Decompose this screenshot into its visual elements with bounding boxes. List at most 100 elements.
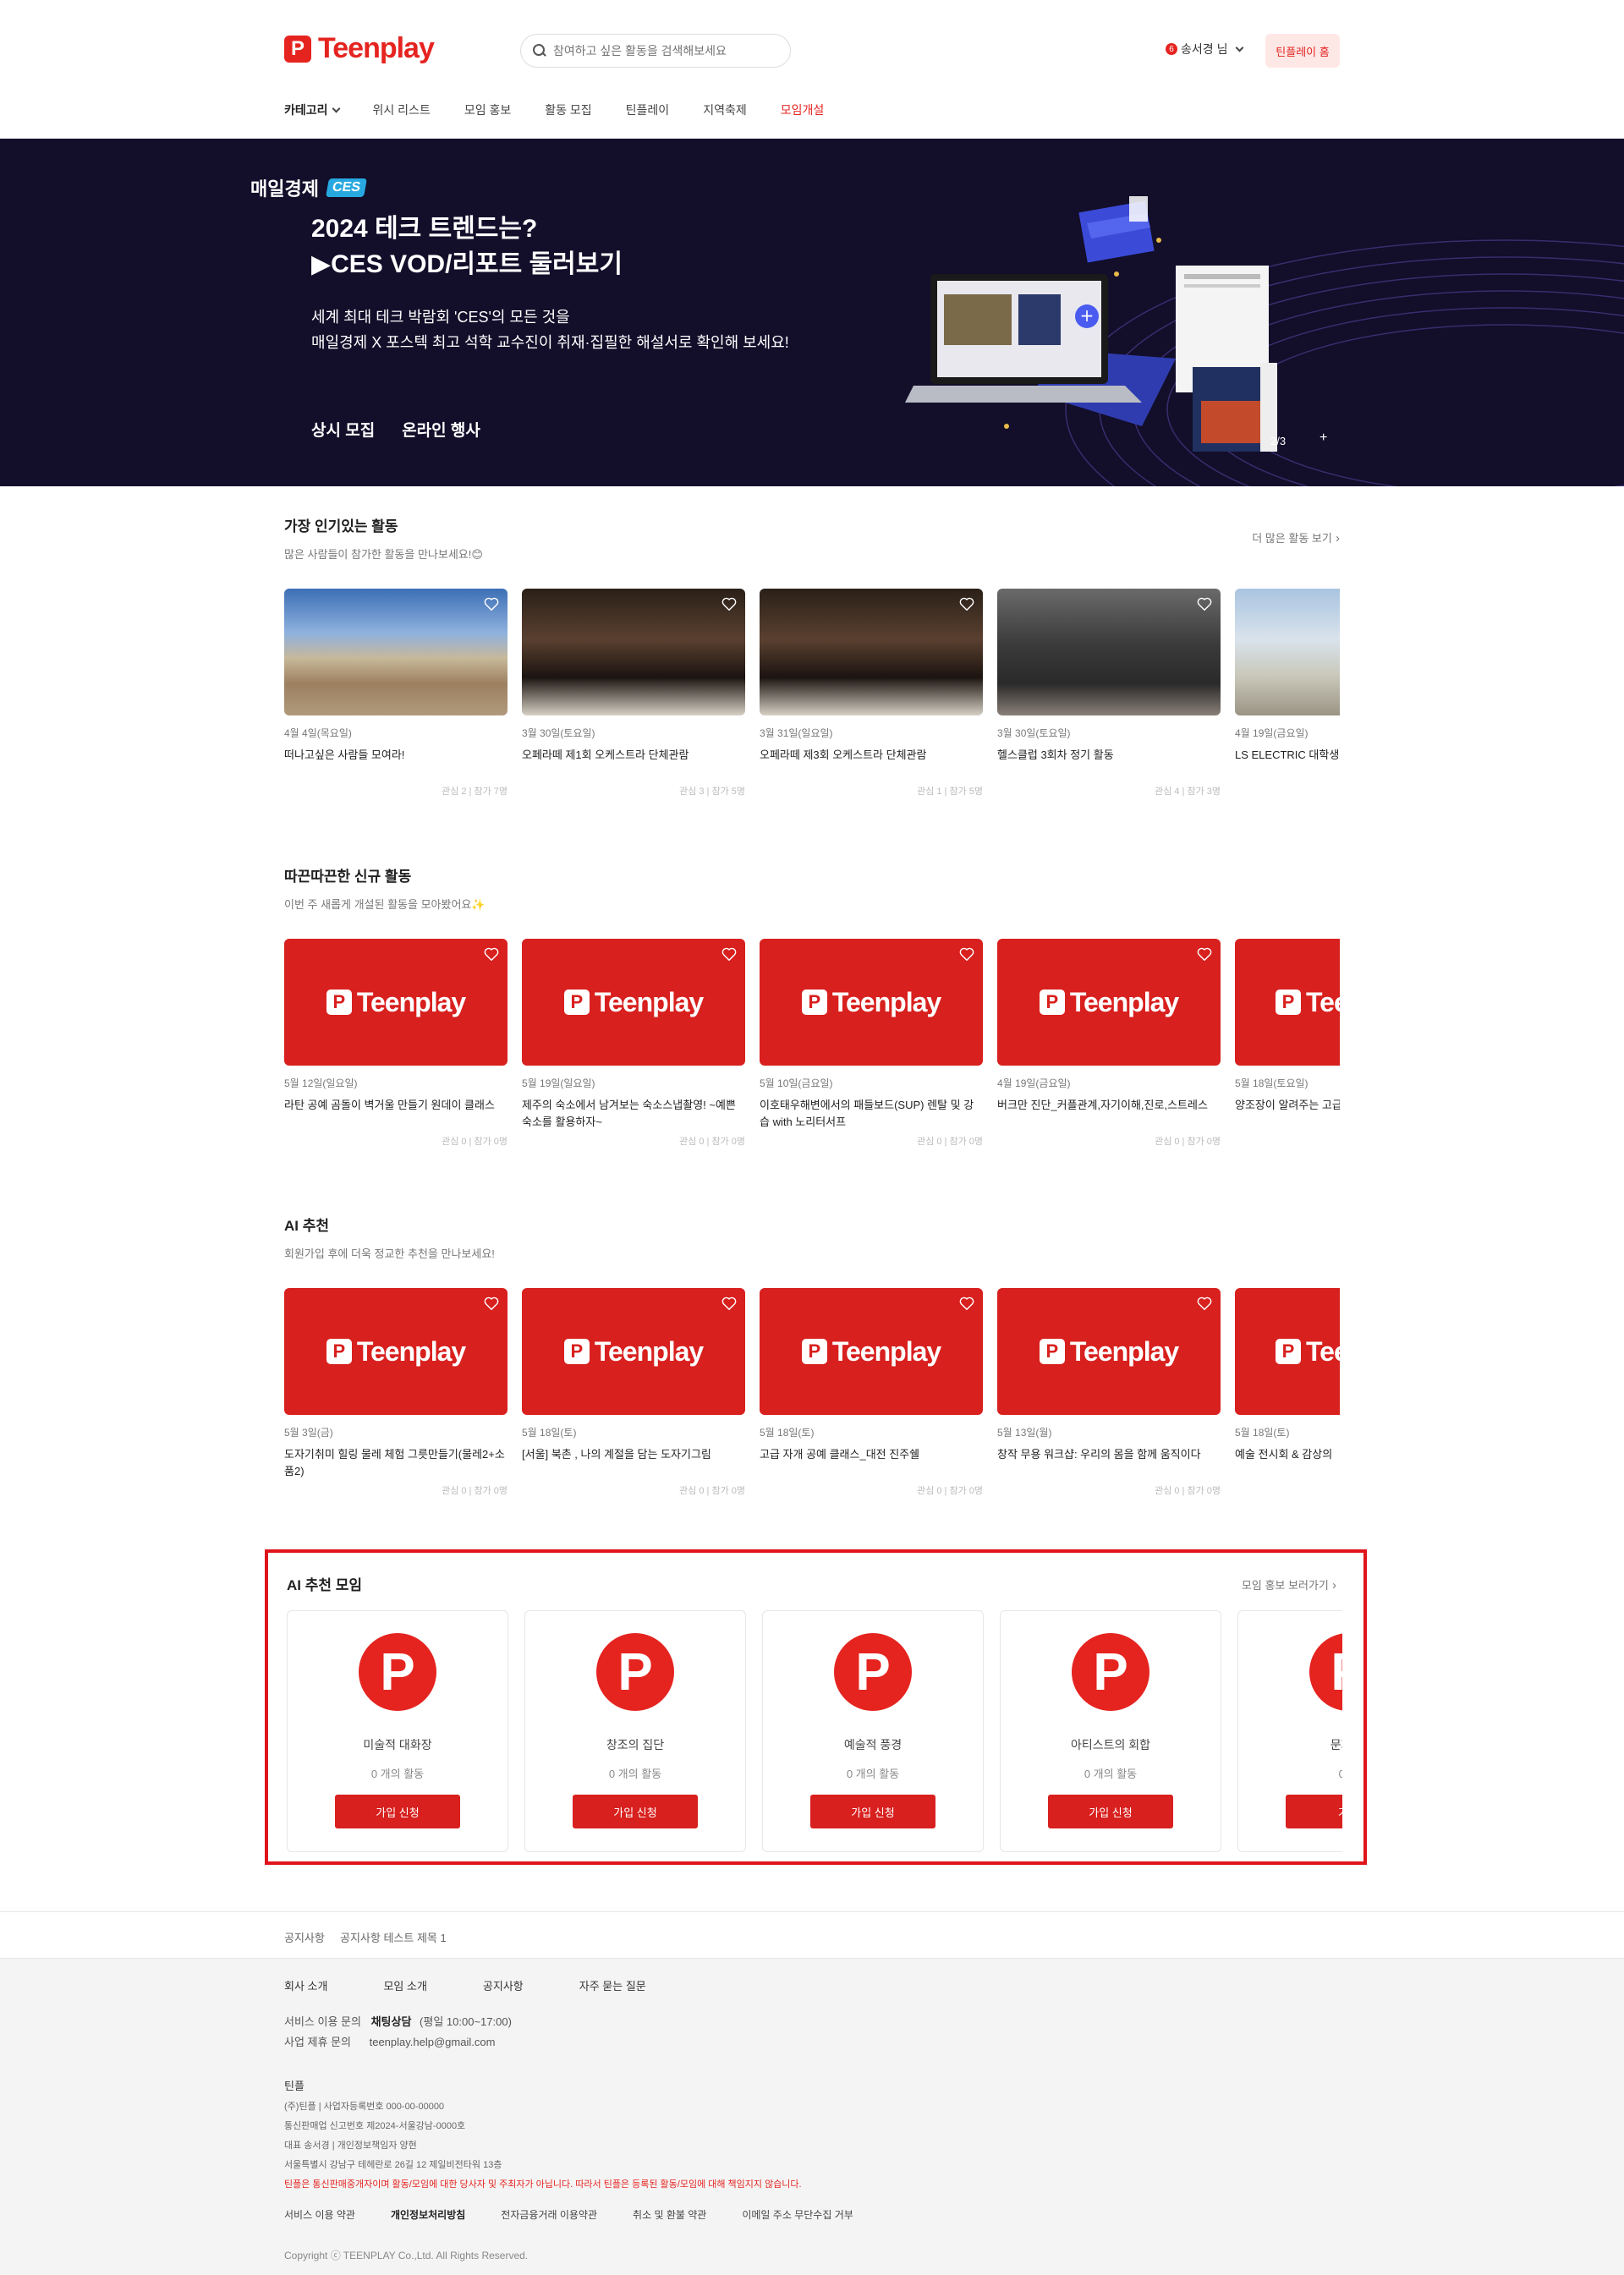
terms-links: 서비스 이용 약관 개인정보처리방침 전자금융거래 이용약관 취소 및 환불 약… [284,2207,889,2222]
activity-card[interactable]: P Teenplay 5월 13일(월) 창작 무용 워크샵: 우리의 몸을 함께… [997,1288,1221,1497]
activity-card[interactable]: 3월 30일(토요일) 오페라떼 제1회 오케스트라 단체관람 관심 3 | 참… [522,589,745,798]
activity-thumbnail [522,589,745,715]
thumbnail-logo-text: Teenplay [356,1335,466,1367]
footer-link-club[interactable]: 모임 소개 [383,1977,426,1993]
terms-privacy[interactable]: 개인정보처리방침 [391,2207,465,2222]
heart-icon[interactable] [721,947,737,961]
teenplay-home-button[interactable]: 틴플레이 홈 [1265,34,1340,68]
activity-card[interactable]: P Teenplay 4월 19일(금요일) 버크만 진단_커플관계,자기이해,진… [997,939,1221,1148]
nav-category[interactable]: 카테고리 [284,101,340,118]
search-input[interactable] [553,44,773,58]
join-button[interactable]: 가입 신청 [335,1795,460,1828]
club-logo-icon: P [834,1633,912,1711]
club-logo-icon: P [1072,1633,1149,1711]
club-card[interactable]: P 아티스트의 회합 0 개의 활동 가입 신청 [1000,1610,1221,1852]
terms-refund[interactable]: 취소 및 환불 약관 [633,2207,706,2222]
activity-card[interactable]: PTeenplay 5월 18일(토) 예술 전시회 & 감상의 [1235,1288,1340,1483]
heart-icon[interactable] [1197,1296,1212,1310]
user-menu[interactable]: 6 송서경 님 [1166,41,1243,58]
heart-icon[interactable] [484,947,499,961]
heart-icon[interactable] [1197,597,1212,611]
heart-icon[interactable] [959,947,974,961]
more-activities-link[interactable]: 더 많은 활동 보기 [1252,529,1340,545]
hero-banner[interactable]: 매일경제 CES 2024 테크 트렌드는? ▶CES VOD/리포트 둘러보기… [0,139,1624,486]
join-button[interactable]: 가입 신청 [1048,1795,1173,1828]
terms-email[interactable]: 이메일 주소 무단수집 거부 [742,2207,853,2222]
activity-card[interactable]: P Teenplay 5월 3일(금) 도자기취미 힐링 물레 체험 그릇만들기(… [284,1288,508,1497]
teenplay-logo-icon: P [326,989,352,1015]
heart-icon[interactable] [1197,947,1212,961]
logo[interactable]: P Teenplay [284,32,435,65]
page: P Teenplay 6 송서경 님 틴플레이 홈 카테고리 위시 리스트 모임… [0,0,1624,2275]
club-card[interactable]: P 문화 트 0 개 가입 [1237,1610,1342,1852]
join-button[interactable]: 가입 신청 [573,1795,698,1828]
nav-wishlist[interactable]: 위시 리스트 [373,101,431,118]
heart-icon[interactable] [959,1296,974,1310]
biz-email[interactable]: teenplay.help@gmail.com [370,2036,496,2048]
join-button[interactable]: 가입 [1286,1795,1342,1828]
thumbnail-logo-text: Teenplay [831,1335,941,1367]
chat-support-link[interactable]: 채팅상담 [371,2015,412,2028]
footer-links: 회사 소개 모임 소개 공지사항 자주 묻는 질문 [284,1977,702,1993]
activity-title: 고급 자개 공예 클래스_대전 진주쉘 [760,1448,920,1461]
heart-icon[interactable] [484,597,499,611]
nav-activity-recruit[interactable]: 활동 모집 [545,101,591,118]
activity-card[interactable]: P Teenplay 5월 19일(일요일) 제주의 숙소에서 남겨보는 숙소스냅… [522,939,745,1148]
heart-icon[interactable] [959,597,974,611]
club-card[interactable]: P 창조의 집단 0 개의 활동 가입 신청 [524,1610,746,1852]
club-name: 예술적 풍경 [843,1738,903,1751]
banner-page-indicator: 2/3 [1270,435,1287,447]
search-bar[interactable] [520,34,791,68]
header: P Teenplay 6 송서경 님 틴플레이 홈 카테고리 위시 리스트 모임… [0,0,1624,139]
banner-brand-name: 매일경제 [250,178,319,200]
activity-card[interactable]: 4월 19일(금요일) LS ELECTRIC 대학생 [1235,589,1340,784]
section-title: 가장 인기있는 활동 [284,518,398,534]
terms-service[interactable]: 서비스 이용 약관 [284,2207,355,2222]
card-list: P Teenplay 5월 12일(일요일) 라탄 공예 곰돌이 벽거울 만들기 … [284,939,1340,1159]
activity-card[interactable]: P Teenplay 5월 18일(토) 고급 자개 공예 클래스_대전 진주쉘 … [760,1288,983,1497]
nav-teenplay[interactable]: 틴플레이 [626,101,670,118]
club-card[interactable]: P 예술적 풍경 0 개의 활동 가입 신청 [762,1610,984,1852]
company-info-2: 통신판매업 신고번호 제2024-서울강남-0000호 [284,2121,466,2131]
footer-link-company[interactable]: 회사 소개 [284,1977,327,1993]
heart-icon[interactable] [484,1296,499,1310]
notice-label[interactable]: 공지사항 [284,1929,325,1945]
terms-finance[interactable]: 전자금융거래 이용약관 [501,2207,597,2222]
activity-card[interactable]: 3월 31일(일요일) 오페라떼 제3회 오케스트라 단체관람 관심 1 | 참… [760,589,983,798]
activity-card[interactable]: PTeenplay 5월 18일(토요일) 양조장이 알려주는 고급 도가제주바… [1235,939,1340,1134]
activity-card[interactable]: 3월 30일(토요일) 헬스클럽 3회차 정기 활동 관심 4 | 참가 3명 [997,589,1221,798]
teenplay-logo-icon: P [801,989,827,1015]
activity-stats: 관심 0 | 참가 0명 [917,1137,983,1147]
user-name: 송서경 [1181,42,1214,56]
nav-create-club[interactable]: 모임개설 [781,101,825,118]
club-card[interactable]: P 미술적 대화장 0 개의 활동 가입 신청 [287,1610,508,1852]
nav-club-promo[interactable]: 모임 홍보 [464,101,511,118]
notice-item[interactable]: 공지사항 테스트 제목 1 [340,1929,447,1945]
search-icon[interactable] [533,44,546,58]
activity-stats: 관심 1 | 참가 5명 [917,787,983,797]
club-activity-count: 0 개의 활동 [846,1768,900,1780]
banner-next-button[interactable]: + [1320,430,1327,446]
join-button[interactable]: 가입 신청 [810,1795,935,1828]
activity-date: 5월 3일(금) [284,1427,333,1439]
activity-title: 예술 전시회 & 감상의 [1235,1448,1333,1461]
section-ai-recommend: AI 추천 회원가입 후에 더욱 정교한 추천을 만나보세요! P Teenpla… [284,1214,1340,1501]
activity-thumbnail: PTeenplay [284,1288,508,1415]
footer-link-faq[interactable]: 자주 묻는 질문 [579,1977,646,1993]
club-activity-count: 0 개의 활동 [370,1768,425,1780]
activity-card[interactable]: P Teenplay 5월 10일(금요일) 이호태우해변에서의 패들보드(SUP… [760,939,983,1148]
heart-icon[interactable] [721,1296,737,1310]
thumbnail-logo-text: Teenplay [356,986,466,1017]
activity-card[interactable]: 4월 4일(목요일) 떠나고싶은 사람들 모여라! 관심 2 | 참가 7명 [284,589,508,798]
heart-icon[interactable] [721,597,737,611]
activity-card[interactable]: P Teenplay 5월 12일(일요일) 라탄 공예 곰돌이 벽거울 만들기 … [284,939,508,1148]
activity-date: 5월 18일(토) [760,1427,815,1439]
club-logo-icon: P [1309,1633,1342,1711]
banner-description: 세계 최대 테크 박람회 'CES'의 모든 것을 매일경제 X 포스텍 최고 … [311,309,789,351]
nav-festival[interactable]: 지역축제 [703,101,747,118]
footer-link-notice[interactable]: 공지사항 [483,1977,524,1993]
company-info-1: (주)틴플 | 사업자등록번호 000-00-00000 [284,2102,445,2112]
logo-mark-icon: P [284,35,311,63]
activity-card[interactable]: P Teenplay 5월 18일(토) [서울] 북촌 , 나의 계절을 담는 … [522,1288,745,1497]
activity-title: LS ELECTRIC 대학생 [1235,748,1340,761]
